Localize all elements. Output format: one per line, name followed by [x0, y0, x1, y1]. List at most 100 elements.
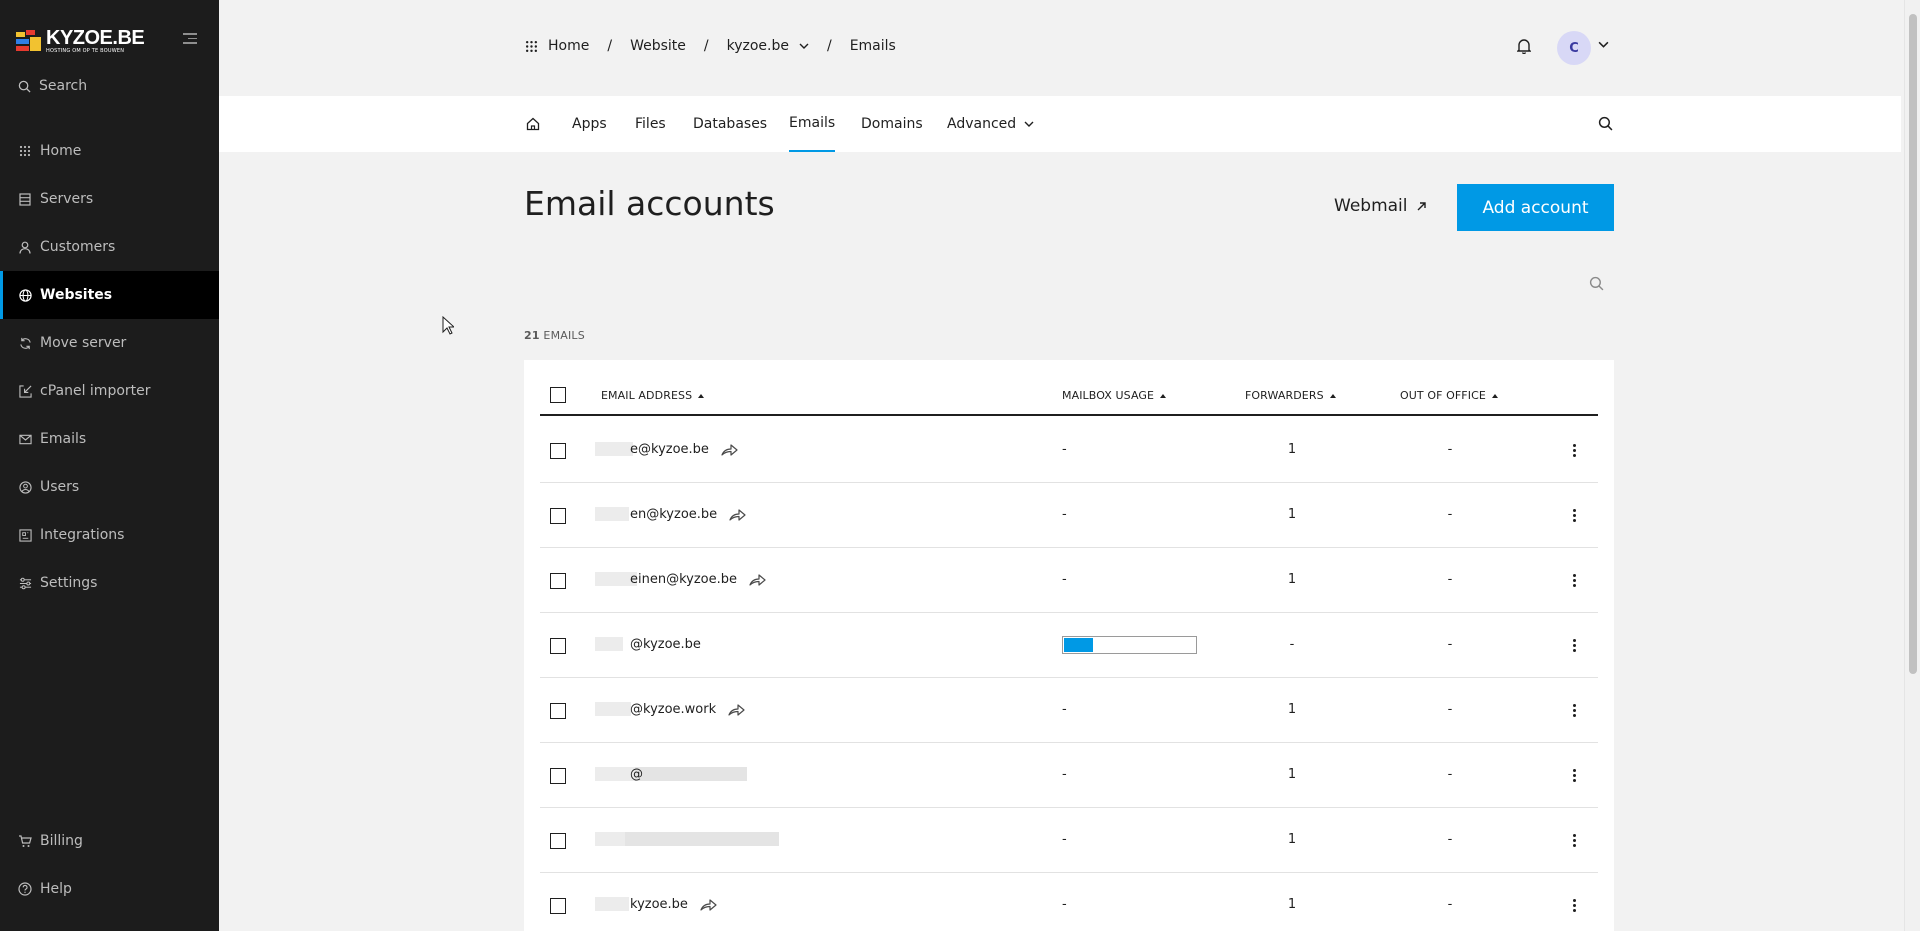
row-checkbox[interactable]	[550, 898, 566, 914]
more-actions-icon[interactable]	[1565, 570, 1583, 590]
user-avatar[interactable]: C	[1557, 31, 1591, 65]
search-label: Search	[39, 78, 88, 94]
breadcrumb-website[interactable]: Website	[630, 38, 686, 54]
more-actions-icon[interactable]	[1565, 700, 1583, 720]
email-address[interactable]: einen@kyzoe.be	[630, 572, 766, 587]
breadcrumb-home[interactable]: Home	[548, 38, 589, 54]
sidebar-item-label: Home	[40, 143, 82, 159]
section-tabs: Apps Files Databases Emails Domains Adva…	[219, 96, 1901, 152]
sidebar-item-websites[interactable]: Websites	[0, 271, 219, 319]
forward-icon	[749, 573, 766, 586]
tab-domains[interactable]: Domains	[861, 96, 923, 152]
chevron-down-icon[interactable]	[799, 43, 809, 49]
webmail-link[interactable]: Webmail	[1334, 196, 1427, 216]
row-checkbox[interactable]	[550, 573, 566, 589]
row-checkbox[interactable]	[550, 638, 566, 654]
sidebar-item-settings[interactable]: Settings	[0, 559, 219, 607]
scrollbar-thumb[interactable]	[1909, 14, 1917, 674]
sidebar-item-billing[interactable]: Billing	[0, 817, 219, 865]
table-row[interactable]: @kyzoe.work - 1 -	[540, 678, 1598, 743]
redacted-email-blur	[595, 761, 747, 789]
row-checkbox[interactable]	[550, 443, 566, 459]
globe-icon	[18, 288, 32, 302]
collapse-sidebar-icon[interactable]	[183, 33, 197, 45]
sidebar-item-label: Billing	[40, 833, 83, 849]
table-row[interactable]: en@kyzoe.be - 1 -	[540, 483, 1598, 548]
out-of-office-status: -	[1447, 767, 1453, 782]
search-icon[interactable]	[1598, 116, 1613, 131]
column-forwarders[interactable]: FORWARDERS	[1245, 389, 1336, 402]
email-table: EMAIL ADDRESS MAILBOX USAGE FORWARDERS O…	[524, 360, 1614, 931]
row-checkbox[interactable]	[550, 703, 566, 719]
table-row[interactable]: @kyzoe.be - -	[540, 613, 1598, 678]
column-out-of-office[interactable]: OUT OF OFFICE	[1400, 389, 1498, 402]
page-scrollbar[interactable]	[1904, 0, 1920, 931]
add-account-button[interactable]: Add account	[1457, 184, 1614, 231]
more-actions-icon[interactable]	[1565, 440, 1583, 460]
table-row[interactable]: - 1 -	[540, 808, 1598, 873]
home-icon[interactable]	[526, 117, 540, 131]
table-row[interactable]: einen@kyzoe.be - 1 -	[540, 548, 1598, 613]
user-icon	[18, 240, 32, 254]
sidebar-item-emails[interactable]: Emails	[0, 415, 219, 463]
top-header: Home / Website / kyzoe.be / Emails C	[219, 0, 1901, 96]
brand-logo[interactable]: KYZOE.BE HOSTING OM OP TE BOUWEN	[16, 28, 145, 55]
column-email-address[interactable]: EMAIL ADDRESS	[601, 389, 705, 402]
tab-emails[interactable]: Emails	[789, 96, 836, 152]
email-address[interactable]: e@kyzoe.be	[630, 442, 738, 457]
table-row[interactable]: kyzoe.be - 1 -	[540, 873, 1598, 931]
sidebar-item-integrations[interactable]: Integrations	[0, 511, 219, 559]
tab-apps[interactable]: Apps	[572, 96, 607, 152]
more-actions-icon[interactable]	[1565, 635, 1583, 655]
select-all-checkbox[interactable]	[550, 387, 566, 403]
sidebar-item-help[interactable]: Help	[0, 865, 219, 913]
sidebar-item-cpanel-importer[interactable]: cPanel importer	[0, 367, 219, 415]
more-actions-icon[interactable]	[1565, 505, 1583, 525]
tab-advanced[interactable]: Advanced	[947, 96, 1034, 152]
email-address[interactable]: @kyzoe.be	[630, 637, 701, 652]
table-row[interactable]: @ - 1 -	[540, 743, 1598, 808]
more-actions-icon[interactable]	[1565, 895, 1583, 915]
more-actions-icon[interactable]	[1565, 765, 1583, 785]
mouse-cursor-icon	[442, 316, 454, 335]
email-address[interactable]: @	[630, 767, 643, 782]
sidebar-item-servers[interactable]: Servers	[0, 175, 219, 223]
mailbox-usage-bar	[1062, 636, 1197, 654]
sidebar-item-label: Users	[40, 479, 80, 495]
email-address[interactable]: @kyzoe.work	[630, 702, 745, 717]
tab-label: Emails	[789, 115, 836, 131]
refresh-icon	[18, 336, 32, 350]
out-of-office-status: -	[1447, 702, 1453, 717]
import-icon	[18, 384, 32, 398]
sidebar-item-customers[interactable]: Customers	[0, 223, 219, 271]
sidebar-search[interactable]: Search	[18, 78, 87, 94]
forwarders-count: -	[1289, 637, 1295, 652]
column-mailbox-usage[interactable]: MAILBOX USAGE	[1062, 389, 1167, 402]
bell-icon[interactable]	[1517, 38, 1531, 54]
mailbox-usage: -	[1062, 767, 1067, 782]
tab-files[interactable]: Files	[635, 96, 666, 152]
sidebar-item-home[interactable]: Home	[0, 127, 219, 175]
row-checkbox[interactable]	[550, 768, 566, 784]
table-row[interactable]: e@kyzoe.be - 1 -	[540, 418, 1598, 483]
sidebar: KYZOE.BE HOSTING OM OP TE BOUWEN Search …	[0, 0, 219, 931]
forwarders-count: 1	[1287, 507, 1297, 522]
row-checkbox[interactable]	[550, 508, 566, 524]
redacted-email-blur	[595, 696, 631, 724]
email-address[interactable]: en@kyzoe.be	[630, 507, 746, 522]
tab-label: Advanced	[947, 116, 1017, 132]
forwarders-count: 1	[1287, 767, 1297, 782]
sidebar-item-users[interactable]: Users	[0, 463, 219, 511]
tab-label: Databases	[693, 116, 768, 132]
breadcrumb-separator: /	[607, 38, 613, 54]
apps-grid-icon[interactable]	[525, 40, 538, 53]
row-checkbox[interactable]	[550, 833, 566, 849]
tab-databases[interactable]: Databases	[693, 96, 767, 152]
more-actions-icon[interactable]	[1565, 830, 1583, 850]
chevron-down-icon[interactable]	[1598, 41, 1609, 48]
search-icon[interactable]	[1589, 276, 1604, 291]
email-address[interactable]: kyzoe.be	[630, 897, 717, 912]
sidebar-item-move-server[interactable]: Move server	[0, 319, 219, 367]
breadcrumb-domain[interactable]: kyzoe.be	[727, 38, 789, 54]
sidebar-item-label: Integrations	[40, 527, 125, 543]
